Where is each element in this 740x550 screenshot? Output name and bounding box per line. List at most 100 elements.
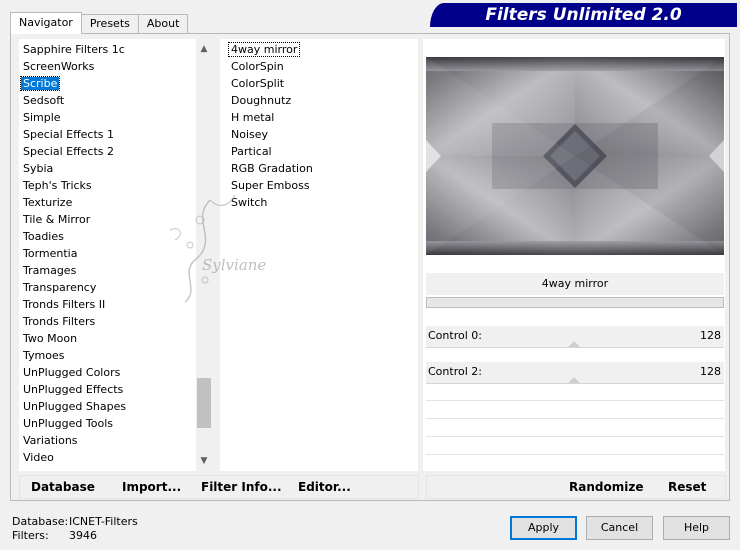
category-item[interactable]: Tronds Filters II [19,296,212,313]
filters-label: Filters: [12,529,49,542]
empty-control-row [426,454,724,455]
category-item-label: Transparency [23,281,97,294]
filter-info-button[interactable]: Filter Info... [201,480,282,494]
filter-item[interactable]: RGB Gradation [220,160,418,177]
tab-strip: Navigator Presets About [10,12,189,34]
status-filters: Filters: 3946 [12,529,97,542]
category-item-label: Sybia [23,162,54,175]
database-button[interactable]: Database [31,480,95,494]
filter-item-label: Noisey [231,128,269,141]
randomize-button[interactable]: Randomize [569,480,643,494]
category-item-label: Toadies [23,230,64,243]
cancel-button[interactable]: Cancel [586,516,653,540]
category-item[interactable]: Special Effects 2 [19,143,212,160]
filter-item-label: Switch [231,196,268,209]
filter-item-label: ColorSpin [231,60,284,73]
category-item-label: Teph's Tricks [23,179,92,192]
filter-item[interactable]: Doughnutz [220,92,418,109]
category-item[interactable]: Sapphire Filters 1c [19,41,212,58]
control-0-label: Control 0: [428,329,482,342]
product-banner: Filters Unlimited 2.0 [430,3,737,27]
category-scrollbar[interactable]: ▲ ▼ [196,39,212,471]
category-item[interactable]: Sybia [19,160,212,177]
tab-about[interactable]: About [137,14,189,34]
category-item-label: Variations [23,434,78,447]
category-item-label: UnPlugged Colors [23,366,121,379]
category-item[interactable]: Special Effects 1 [19,126,212,143]
category-item-label: Simple [23,111,61,124]
category-item-label: ScreenWorks [23,60,95,73]
filter-item-label: H metal [231,111,275,124]
category-item[interactable]: UnPlugged Tools [19,415,212,432]
control-0-thumb[interactable] [568,341,580,347]
category-item[interactable]: UnPlugged Shapes [19,398,212,415]
preview-image [426,57,724,255]
category-item[interactable]: Tymoes [19,347,212,364]
category-item-label: Special Effects 2 [23,145,115,158]
status-database: Database: ICNET-Filters [12,515,138,528]
scroll-up-arrow-icon[interactable]: ▲ [196,41,212,57]
right-button-bar: Randomize Reset [426,475,726,499]
category-item-label: Tile & Mirror [23,213,91,226]
scrollbar-thumb[interactable] [197,378,211,428]
help-button[interactable]: Help [663,516,730,540]
category-item[interactable]: Video [19,449,212,466]
control-2-slider[interactable]: Control 2: 128 [426,362,724,384]
category-item[interactable]: Tronds Filters [19,313,212,330]
category-item-label: Sedsoft [23,94,65,107]
category-item[interactable]: Tormentia [19,245,212,262]
filter-item[interactable]: Switch [220,194,418,211]
filter-item[interactable]: H metal [220,109,418,126]
control-2-label: Control 2: [428,365,482,378]
category-item-label: Tronds Filters II [23,298,106,311]
active-filter-name: 4way mirror [426,273,724,295]
filter-item[interactable]: ColorSplit [220,75,418,92]
category-item[interactable]: Toadies [19,228,212,245]
category-item[interactable]: Simple [19,109,212,126]
category-item-label: Tymoes [23,349,65,362]
category-item[interactable]: Variations [19,432,212,449]
reset-button[interactable]: Reset [668,480,706,494]
progress-bar [426,297,724,308]
filter-item[interactable]: ColorSpin [220,58,418,75]
tab-presets[interactable]: Presets [80,14,139,34]
filter-item[interactable]: Partical [220,143,418,160]
preview-image-graphic [426,57,724,255]
category-item[interactable]: UnPlugged Colors [19,364,212,381]
filter-item[interactable]: 4way mirror [220,41,418,58]
control-0-track[interactable] [426,347,724,348]
filter-list[interactable]: 4way mirror ColorSpin ColorSplit Doughnutz H… [220,39,418,471]
filter-item[interactable]: Noisey [220,126,418,143]
control-0-value: 128 [700,329,721,342]
filters-count: 3946 [69,529,97,542]
category-item[interactable]: Teph's Tricks [19,177,212,194]
category-item[interactable]: Tile & Mirror [19,211,212,228]
category-item[interactable]: UnPlugged Effects [19,381,212,398]
category-item-label: Special Effects 1 [23,128,115,141]
control-0-slider[interactable]: Control 0: 128 [426,326,724,348]
category-list[interactable]: Sapphire Filters 1c ScreenWorks Scribe Seds… [19,39,212,471]
category-item[interactable]: Transparency [19,279,212,296]
editor-button[interactable]: Editor... [298,480,351,494]
category-item[interactable]: Scribe [19,75,212,92]
category-item-label: Sapphire Filters 1c [23,43,125,56]
category-item[interactable]: Two Moon [19,330,212,347]
filter-item-label: RGB Gradation [231,162,313,175]
category-item[interactable]: ScreenWorks [19,58,212,75]
category-item-label: UnPlugged Effects [23,383,124,396]
category-item[interactable]: Sedsoft [19,92,212,109]
control-2-thumb[interactable] [568,377,580,383]
category-item-label: UnPlugged Tools [23,417,113,430]
filter-item-label: Doughnutz [231,94,292,107]
filter-item[interactable]: Super Emboss [220,177,418,194]
scroll-down-arrow-icon[interactable]: ▼ [196,453,212,469]
apply-button[interactable]: Apply [510,516,577,540]
control-2-track[interactable] [426,383,724,384]
category-item[interactable]: Texturize [19,194,212,211]
import-button[interactable]: Import... [122,480,181,494]
tab-navigator[interactable]: Navigator [10,12,82,34]
category-item-label: Tronds Filters [23,315,96,328]
empty-control-row [426,418,724,419]
category-item[interactable]: Tramages [19,262,212,279]
category-item-label: Scribe [19,76,61,91]
